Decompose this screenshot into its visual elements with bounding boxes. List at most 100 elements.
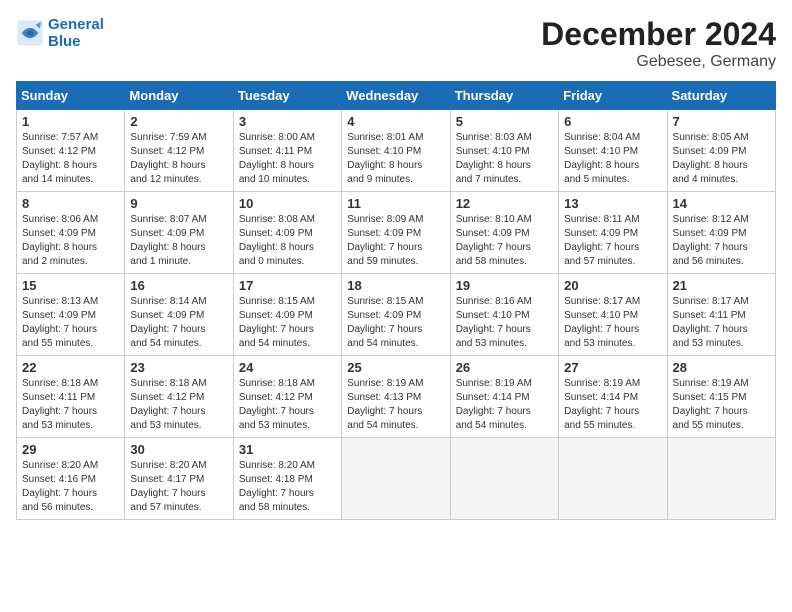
logo-icon [16, 19, 44, 47]
calendar-week-1: 1 Sunrise: 7:57 AMSunset: 4:12 PMDaylight… [17, 110, 776, 192]
calendar-cell: 3 Sunrise: 8:00 AMSunset: 4:11 PMDaylight… [233, 110, 341, 192]
day-number: 10 [239, 196, 336, 211]
weekday-header-sunday: Sunday [17, 82, 125, 110]
day-info: Sunrise: 8:10 AMSunset: 4:09 PMDaylight:… [456, 213, 553, 269]
day-info: Sunrise: 8:06 AMSunset: 4:09 PMDaylight:… [22, 213, 119, 269]
day-number: 18 [347, 278, 444, 293]
day-info: Sunrise: 8:20 AMSunset: 4:18 PMDaylight:… [239, 459, 336, 515]
day-info: Sunrise: 8:03 AMSunset: 4:10 PMDaylight:… [456, 131, 553, 187]
calendar-cell: 6 Sunrise: 8:04 AMSunset: 4:10 PMDaylight… [559, 110, 667, 192]
calendar-week-3: 15 Sunrise: 8:13 AMSunset: 4:09 PMDayligh… [17, 274, 776, 356]
day-number: 27 [564, 360, 661, 375]
calendar-cell: 4 Sunrise: 8:01 AMSunset: 4:10 PMDaylight… [342, 110, 450, 192]
calendar-cell [667, 438, 775, 520]
calendar-cell: 8 Sunrise: 8:06 AMSunset: 4:09 PMDaylight… [17, 192, 125, 274]
calendar-cell: 5Sunrise: 8:03 AMSunset: 4:10 PMDaylight… [450, 110, 558, 192]
calendar-cell: 9 Sunrise: 8:07 AMSunset: 4:09 PMDaylight… [125, 192, 233, 274]
day-number: 12 [456, 196, 553, 211]
weekday-header-wednesday: Wednesday [342, 82, 450, 110]
day-info: Sunrise: 8:14 AMSunset: 4:09 PMDaylight:… [130, 295, 227, 351]
calendar-cell [342, 438, 450, 520]
day-info: Sunrise: 8:04 AMSunset: 4:10 PMDaylight:… [564, 131, 661, 187]
calendar-week-2: 8 Sunrise: 8:06 AMSunset: 4:09 PMDaylight… [17, 192, 776, 274]
day-number: 26 [456, 360, 553, 375]
logo-text: General Blue [48, 16, 104, 50]
title-area: December 2024 Gebesee, Germany [541, 16, 776, 71]
calendar-cell: 2Sunrise: 7:59 AMSunset: 4:12 PMDaylight… [125, 110, 233, 192]
calendar-cell: 11Sunrise: 8:09 AMSunset: 4:09 PMDayligh… [342, 192, 450, 274]
day-info: Sunrise: 8:19 AMSunset: 4:15 PMDaylight:… [673, 377, 770, 433]
day-info: Sunrise: 8:18 AMSunset: 4:12 PMDaylight:… [239, 377, 336, 433]
calendar-cell: 28 Sunrise: 8:19 AMSunset: 4:15 PMDayligh… [667, 356, 775, 438]
day-info: Sunrise: 8:00 AMSunset: 4:11 PMDaylight:… [239, 131, 336, 187]
day-info: Sunrise: 8:13 AMSunset: 4:09 PMDaylight:… [22, 295, 119, 351]
calendar-table: SundayMondayTuesdayWednesdayThursdayFrid… [16, 81, 776, 520]
day-info: Sunrise: 8:19 AMSunset: 4:13 PMDaylight:… [347, 377, 444, 433]
day-number: 23 [130, 360, 227, 375]
day-number: 13 [564, 196, 661, 211]
calendar-cell: 13Sunrise: 8:11 AMSunset: 4:09 PMDayligh… [559, 192, 667, 274]
calendar-cell [559, 438, 667, 520]
day-info: Sunrise: 8:17 AMSunset: 4:10 PMDaylight:… [564, 295, 661, 351]
day-number: 3 [239, 114, 336, 129]
calendar-cell: 29 Sunrise: 8:20 AMSunset: 4:16 PMDayligh… [17, 438, 125, 520]
day-number: 11 [347, 196, 444, 211]
calendar-week-4: 22 Sunrise: 8:18 AMSunset: 4:11 PMDayligh… [17, 356, 776, 438]
day-number: 24 [239, 360, 336, 375]
day-number: 6 [564, 114, 661, 129]
calendar-cell: 16Sunrise: 8:14 AMSunset: 4:09 PMDayligh… [125, 274, 233, 356]
calendar-cell: 22 Sunrise: 8:18 AMSunset: 4:11 PMDayligh… [17, 356, 125, 438]
calendar-cell: 7Sunrise: 8:05 AMSunset: 4:09 PMDaylight… [667, 110, 775, 192]
weekday-header-saturday: Saturday [667, 82, 775, 110]
day-info: Sunrise: 8:01 AMSunset: 4:10 PMDaylight:… [347, 131, 444, 187]
day-info: Sunrise: 8:08 AMSunset: 4:09 PMDaylight:… [239, 213, 336, 269]
day-info: Sunrise: 8:20 AMSunset: 4:16 PMDaylight:… [22, 459, 119, 515]
weekday-header-thursday: Thursday [450, 82, 558, 110]
day-info: Sunrise: 8:12 AMSunset: 4:09 PMDaylight:… [673, 213, 770, 269]
calendar-cell: 12 Sunrise: 8:10 AMSunset: 4:09 PMDayligh… [450, 192, 558, 274]
day-number: 20 [564, 278, 661, 293]
day-info: Sunrise: 8:17 AMSunset: 4:11 PMDaylight:… [673, 295, 770, 351]
calendar-cell: 20 Sunrise: 8:17 AMSunset: 4:10 PMDayligh… [559, 274, 667, 356]
calendar-cell: 24 Sunrise: 8:18 AMSunset: 4:12 PMDayligh… [233, 356, 341, 438]
calendar-cell: 26 Sunrise: 8:19 AMSunset: 4:14 PMDayligh… [450, 356, 558, 438]
day-number: 8 [22, 196, 119, 211]
weekday-header-tuesday: Tuesday [233, 82, 341, 110]
day-number: 25 [347, 360, 444, 375]
calendar-cell: 15 Sunrise: 8:13 AMSunset: 4:09 PMDayligh… [17, 274, 125, 356]
day-number: 30 [130, 442, 227, 457]
day-info: Sunrise: 7:57 AMSunset: 4:12 PMDaylight:… [22, 131, 119, 187]
day-info: Sunrise: 8:15 AMSunset: 4:09 PMDaylight:… [347, 295, 444, 351]
day-info: Sunrise: 8:19 AMSunset: 4:14 PMDaylight:… [456, 377, 553, 433]
day-info: Sunrise: 8:16 AMSunset: 4:10 PMDaylight:… [456, 295, 553, 351]
weekday-header-monday: Monday [125, 82, 233, 110]
calendar-cell: 17Sunrise: 8:15 AMSunset: 4:09 PMDayligh… [233, 274, 341, 356]
calendar-cell: 30 Sunrise: 8:20 AMSunset: 4:17 PMDayligh… [125, 438, 233, 520]
day-number: 28 [673, 360, 770, 375]
calendar-cell: 18 Sunrise: 8:15 AMSunset: 4:09 PMDayligh… [342, 274, 450, 356]
day-number: 29 [22, 442, 119, 457]
day-number: 19 [456, 278, 553, 293]
calendar-cell: 19 Sunrise: 8:16 AMSunset: 4:10 PMDayligh… [450, 274, 558, 356]
calendar-cell: 23 Sunrise: 8:18 AMSunset: 4:12 PMDayligh… [125, 356, 233, 438]
day-number: 9 [130, 196, 227, 211]
day-info: Sunrise: 8:07 AMSunset: 4:09 PMDaylight:… [130, 213, 227, 269]
day-number: 4 [347, 114, 444, 129]
day-info: Sunrise: 7:59 AMSunset: 4:12 PMDaylight:… [130, 131, 227, 187]
logo: General Blue [16, 16, 104, 50]
calendar-cell: 10 Sunrise: 8:08 AMSunset: 4:09 PMDayligh… [233, 192, 341, 274]
day-info: Sunrise: 8:15 AMSunset: 4:09 PMDaylight:… [239, 295, 336, 351]
calendar-cell: 21Sunrise: 8:17 AMSunset: 4:11 PMDayligh… [667, 274, 775, 356]
day-info: Sunrise: 8:20 AMSunset: 4:17 PMDaylight:… [130, 459, 227, 515]
day-number: 22 [22, 360, 119, 375]
day-info: Sunrise: 8:05 AMSunset: 4:09 PMDaylight:… [673, 131, 770, 187]
day-number: 14 [673, 196, 770, 211]
day-number: 15 [22, 278, 119, 293]
day-info: Sunrise: 8:18 AMSunset: 4:11 PMDaylight:… [22, 377, 119, 433]
calendar-cell [450, 438, 558, 520]
day-info: Sunrise: 8:18 AMSunset: 4:12 PMDaylight:… [130, 377, 227, 433]
day-info: Sunrise: 8:19 AMSunset: 4:14 PMDaylight:… [564, 377, 661, 433]
header: General Blue December 2024 Gebesee, Germ… [16, 16, 776, 71]
day-number: 1 [22, 114, 119, 129]
calendar-cell: 31Sunrise: 8:20 AMSunset: 4:18 PMDayligh… [233, 438, 341, 520]
